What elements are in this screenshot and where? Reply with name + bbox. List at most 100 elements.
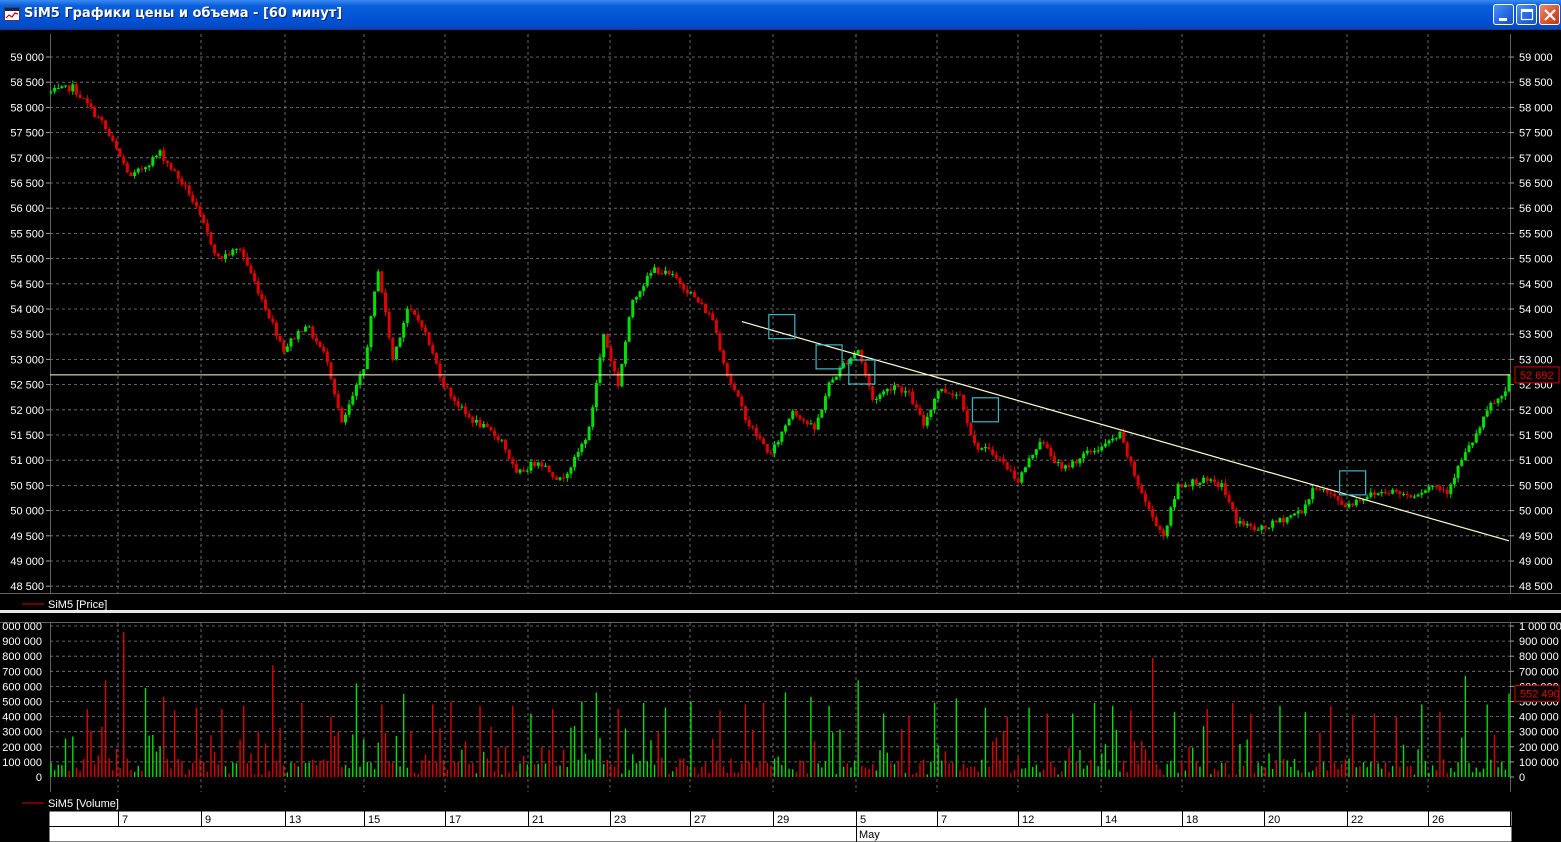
- candle-body: [460, 406, 464, 408]
- candle-body: [1351, 503, 1355, 506]
- candle-body: [485, 423, 489, 427]
- candle-body: [1245, 523, 1249, 526]
- candle-body: [514, 464, 518, 473]
- candle-body: [1005, 462, 1009, 470]
- maximize-button[interactable]: [1516, 4, 1537, 25]
- price-tick-label-left: 55 000: [10, 254, 44, 266]
- candle-body: [634, 296, 638, 300]
- candle-body: [507, 449, 511, 460]
- candle-body: [493, 430, 497, 436]
- candle-body: [1172, 499, 1176, 508]
- candle-body: [1500, 396, 1504, 399]
- candle-body: [264, 299, 268, 310]
- volume-legend: SiM5 [Volume]: [48, 798, 119, 810]
- candle-body: [1332, 493, 1336, 497]
- candle-body: [951, 393, 955, 396]
- candle-body: [293, 338, 297, 340]
- candle-body: [762, 438, 766, 445]
- candle-body: [943, 389, 947, 393]
- volume-tick-label-left: 800 000: [2, 651, 42, 663]
- candle-body: [631, 299, 635, 318]
- candle-body: [409, 308, 413, 310]
- candle-body: [1002, 458, 1006, 463]
- candle-body: [591, 407, 595, 427]
- candle-body: [783, 425, 787, 432]
- candle-body: [933, 398, 937, 410]
- candle-body: [1111, 438, 1115, 441]
- candle-body: [922, 414, 926, 426]
- candle-body: [1358, 499, 1362, 501]
- candle-body: [1394, 489, 1398, 492]
- date-tick-label: 13: [289, 814, 301, 826]
- candle-body: [1322, 489, 1326, 491]
- price-volume-chart[interactable]: 59 000 59 00058 500 58 50058 000 58 00057 5…: [0, 30, 1561, 842]
- candle-body: [358, 375, 362, 386]
- candle-body: [576, 451, 580, 457]
- candle-body: [194, 202, 198, 207]
- candle-body: [616, 371, 620, 387]
- price-tick-label-left: 51 000: [10, 455, 44, 467]
- candle-body: [1183, 484, 1187, 488]
- price-tick-label-right: 58 000: [1519, 102, 1553, 114]
- candle-body: [1369, 492, 1373, 497]
- candle-body: [1405, 493, 1409, 496]
- volume-tick-label-left: 100 000: [2, 757, 42, 769]
- candle-body: [1496, 398, 1500, 404]
- price-tick-label-right: 49 000: [1519, 556, 1553, 568]
- volume-tick-label-left: 200 000: [2, 742, 42, 754]
- candle-body: [573, 456, 577, 468]
- close-button[interactable]: [1539, 4, 1560, 25]
- candle-body: [1129, 456, 1133, 462]
- candle-body: [1027, 458, 1031, 468]
- candle-body: [318, 341, 322, 347]
- candle-body: [911, 391, 915, 405]
- candle-body: [1292, 513, 1296, 516]
- candle-body: [449, 387, 453, 397]
- candle-body: [202, 214, 206, 224]
- candle-body: [1220, 483, 1224, 488]
- candle-body: [344, 414, 348, 423]
- candle-body: [205, 223, 209, 233]
- candle-body: [402, 322, 406, 338]
- date-tick-label: 23: [614, 814, 626, 826]
- candle-body: [1274, 520, 1278, 523]
- price-tick-label-right: 58 500: [1519, 77, 1553, 89]
- price-tick-label-right: 51 500: [1519, 430, 1553, 442]
- candle-body: [300, 331, 304, 333]
- candle-body: [707, 313, 711, 315]
- current-volume-label: 552 490: [1520, 689, 1560, 701]
- candle-body: [296, 331, 300, 340]
- candle-body: [1285, 517, 1289, 523]
- price-tick-label-right: 55 500: [1519, 228, 1553, 240]
- price-tick-label-left: 52 000: [10, 405, 44, 417]
- price-tick-label-right: 57 000: [1519, 153, 1553, 165]
- candle-body: [1227, 494, 1231, 503]
- month-label: May: [859, 829, 880, 841]
- candle-body: [656, 267, 660, 274]
- candle-body: [693, 292, 697, 298]
- candle-body: [1449, 484, 1453, 494]
- candle-body: [740, 396, 744, 407]
- candle-body: [998, 458, 1002, 460]
- candle-body: [1198, 482, 1202, 485]
- price-tick-label-right: 53 000: [1519, 354, 1553, 366]
- candle-body: [1471, 442, 1475, 446]
- candle-body: [587, 426, 591, 441]
- candle-body: [1412, 496, 1416, 498]
- candle-body: [1191, 479, 1195, 487]
- candle-body: [613, 360, 617, 372]
- candle-body: [100, 116, 104, 121]
- date-tick-label: 21: [532, 814, 544, 826]
- maximize-icon: [1520, 8, 1534, 21]
- candle-body: [322, 346, 326, 352]
- volume-tick-label-left: 900 000: [2, 636, 42, 648]
- candle-body: [1376, 493, 1380, 495]
- candle-body: [733, 383, 737, 391]
- candle-body: [1329, 492, 1333, 494]
- candle-body: [173, 169, 177, 171]
- window-titlebar[interactable]: SiM5 Графики цены и объема - [60 минут]: [0, 0, 1561, 30]
- candle-body: [1147, 501, 1151, 510]
- candle-body: [431, 344, 435, 354]
- minimize-button[interactable]: [1493, 4, 1514, 25]
- candle-body: [696, 297, 700, 303]
